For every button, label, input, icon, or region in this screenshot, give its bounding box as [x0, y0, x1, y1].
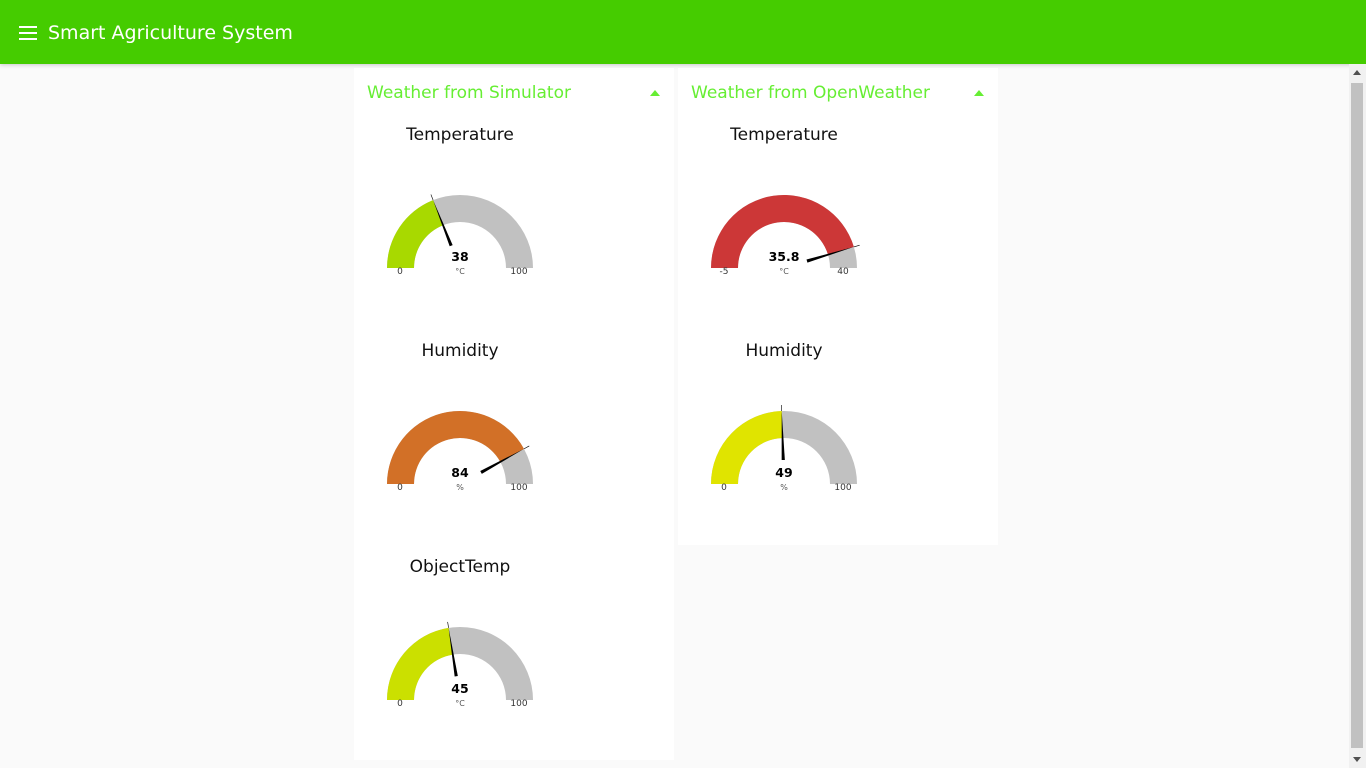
group-weather-openweather: Weather from OpenWeather Temperature 35.…	[678, 68, 998, 545]
gauge-temperature-simulator: Temperature 38 °C 0 100	[354, 68, 566, 277]
scrollbar-thumb[interactable]	[1351, 83, 1363, 748]
gauge-max-label: 100	[834, 483, 852, 493]
top-toolbar: Smart Agriculture System	[0, 0, 1366, 64]
gauge-min-label: 0	[397, 483, 403, 493]
gauge-value: 35.8	[768, 249, 800, 264]
gauge-value: 49	[775, 465, 793, 480]
group-weather-simulator: Weather from Simulator Temperature 38 °C…	[354, 68, 674, 760]
hamburger-menu-icon[interactable]	[12, 17, 44, 49]
gauge-unit: °C	[455, 267, 465, 276]
app-title: Smart Agriculture System	[48, 22, 293, 44]
gauge-min-label: 0	[397, 699, 403, 709]
vertical-scrollbar[interactable]	[1349, 64, 1366, 768]
gauge-needle-tip	[523, 445, 530, 450]
gauge-unit: %	[780, 483, 788, 492]
gauge-title: Humidity	[745, 341, 823, 361]
gauge-title: ObjectTemp	[409, 557, 511, 577]
gauge-humidity-openweather: Humidity 49 % 0 100	[678, 284, 890, 493]
caret-up-icon[interactable]	[650, 90, 660, 96]
gauge-value: 38	[451, 249, 469, 264]
gauge-value: 84	[451, 465, 469, 480]
gauge-unit: °C	[455, 699, 465, 708]
gauge-max-label: 100	[510, 699, 528, 709]
gauge-value: 45	[451, 681, 469, 696]
gauge-temperature-openweather: Temperature 35.8 °C -5 40	[678, 68, 890, 277]
gauge-needle-tip	[430, 194, 434, 201]
gauge-min-label: -5	[719, 267, 729, 277]
gauge-objecttemp-simulator: ObjectTemp 45 °C 0 100	[354, 500, 566, 709]
scroll-up-arrow-icon[interactable]	[1353, 70, 1361, 75]
gauge-min-label: 0	[397, 267, 403, 277]
caret-up-icon[interactable]	[974, 90, 984, 96]
gauge-needle-tip	[447, 621, 449, 628]
gauge-title: Temperature	[730, 125, 838, 145]
gauge-max-label: 100	[510, 267, 528, 277]
gauge-humidity-simulator: Humidity 84 % 0 100	[354, 284, 566, 493]
gauge-needle-tip	[853, 244, 860, 248]
gauge-title: Temperature	[406, 125, 514, 145]
gauge-max-label: 40	[837, 267, 849, 277]
gauge-min-label: 0	[721, 483, 727, 493]
gauge-unit: °C	[779, 267, 789, 276]
gauge-max-label: 100	[510, 483, 528, 493]
scroll-down-arrow-icon[interactable]	[1353, 757, 1361, 762]
gauge-title: Humidity	[421, 341, 499, 361]
gauge-unit: %	[456, 483, 464, 492]
